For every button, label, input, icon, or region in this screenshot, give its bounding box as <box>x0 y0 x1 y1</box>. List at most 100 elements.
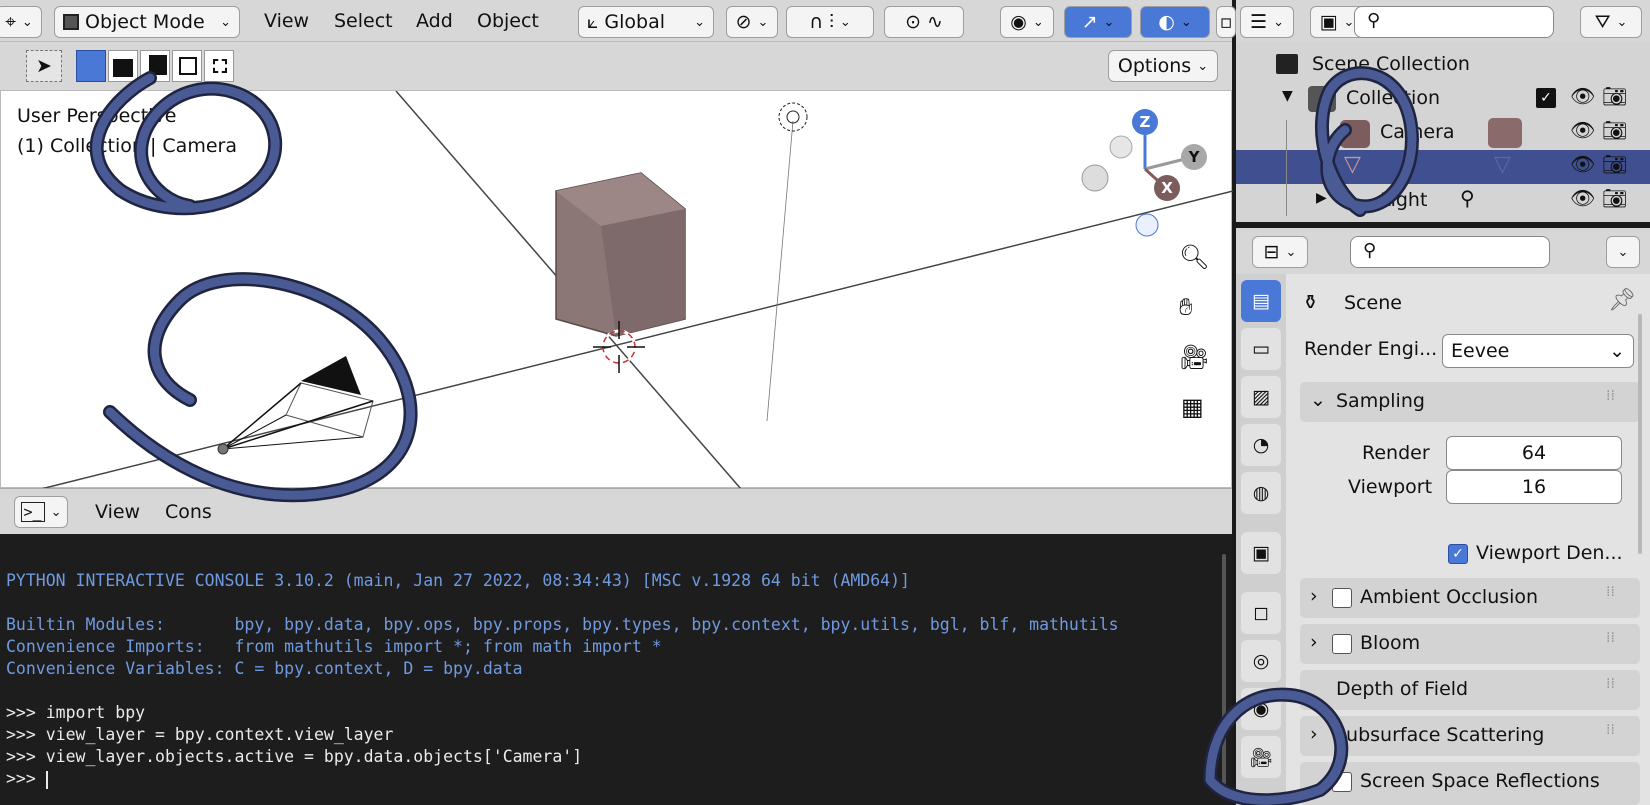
menu-add[interactable]: Add <box>416 10 453 32</box>
properties-search-input[interactable]: ⚲ <box>1350 236 1550 268</box>
render-camera-icon[interactable]: 📷︎ <box>1602 84 1627 108</box>
zoom-icon[interactable]: 🔍︎ <box>1179 243 1209 271</box>
ambient-occlusion-panel[interactable]: › Ambient Occlusion ⁞⁞ <box>1300 578 1640 618</box>
camera-data-icon[interactable] <box>1488 118 1522 148</box>
menu-view[interactable]: View <box>264 10 309 32</box>
image-layers-icon: ▣ <box>1319 11 1338 33</box>
pin-icon[interactable]: 📌︎ <box>1608 288 1636 313</box>
outliner-row-cube[interactable]: ▽ Cube ▽ 👁︎ 📷︎ <box>1236 150 1650 184</box>
overlay-toggle-button[interactable]: ◐ ⌄ <box>1140 6 1210 38</box>
outliner-row-camera[interactable]: Camera 👁︎ 📷︎ <box>1236 116 1650 150</box>
expand-triangle-icon[interactable]: ▶ <box>1316 190 1327 206</box>
filter-button[interactable]: ⛛ ⌄ <box>1580 6 1642 38</box>
options-dropdown[interactable]: Options ⌄ <box>1108 50 1218 82</box>
sampling-panel-header[interactable]: ⌄ Sampling ⁞⁞ <box>1300 382 1640 422</box>
tab-scene[interactable]: ◍ <box>1241 472 1281 514</box>
depth-of-field-panel[interactable]: Depth of Field ⁞⁞ <box>1300 670 1640 710</box>
xray-icon: ▫ <box>1219 11 1233 33</box>
render-camera-icon[interactable]: 📷︎ <box>1602 152 1627 176</box>
tab-tool[interactable]: ▤ <box>1241 280 1281 322</box>
tab-world[interactable]: ▣ <box>1241 532 1281 574</box>
gizmo-toggle-button[interactable]: ↗ ⌄ <box>1064 6 1132 38</box>
light-icon <box>778 102 808 132</box>
console-scrollbar[interactable] <box>1222 554 1226 794</box>
mesh-data-icon[interactable]: ▽ <box>1494 152 1511 177</box>
console-menu-console[interactable]: Cons <box>165 501 212 523</box>
eye-icon[interactable]: 👁︎ <box>1570 118 1595 142</box>
camera-view-icon[interactable]: 🎥︎ <box>1179 343 1209 371</box>
drag-handle-icon[interactable]: ⁞⁞ <box>1606 584 1615 600</box>
outliner-row-scene-collection[interactable]: Scene Collection <box>1236 48 1650 82</box>
eye-icon[interactable]: 👁︎ <box>1570 152 1595 176</box>
camera-object[interactable] <box>217 356 374 455</box>
console-editor-type-button[interactable]: >_ ⌄ <box>14 496 68 528</box>
screen-space-reflections-checkbox[interactable] <box>1332 772 1352 792</box>
outliner-row-collection[interactable]: ▼ Collection ✓ 👁︎ 📷︎ <box>1236 82 1650 116</box>
drag-handle-icon[interactable]: ⁞⁞ <box>1606 630 1615 646</box>
mode-dropdown[interactable]: Object Mode ⌄ <box>54 6 240 38</box>
select-tool-button[interactable]: ➤ <box>26 50 62 82</box>
console-prompt[interactable]: >>> <box>6 769 46 788</box>
render-samples-field[interactable]: 64 <box>1446 436 1622 470</box>
pan-hand-icon[interactable]: ✋︎ <box>1179 293 1193 321</box>
ambient-occlusion-checkbox[interactable] <box>1332 588 1352 608</box>
viewport-denoise-checkbox[interactable]: ✓ <box>1448 544 1468 564</box>
cube-object[interactable] <box>555 172 686 337</box>
tab-render[interactable]: ▭ <box>1241 328 1281 370</box>
chevron-down-icon: ⌄ <box>1609 340 1625 362</box>
bloom-panel[interactable]: › Bloom ⁞⁞ <box>1300 624 1640 664</box>
drag-handle-icon[interactable]: ⁞⁞ <box>1606 676 1615 692</box>
editor-type-button[interactable]: ⌖ ⌄ <box>0 6 42 38</box>
subsurface-scattering-panel[interactable]: › Subsurface Scattering ⁞⁞ <box>1300 716 1640 756</box>
properties-scrollbar[interactable] <box>1638 314 1642 554</box>
drag-handle-icon[interactable]: ⁞⁞ <box>1606 722 1615 738</box>
tab-modifiers[interactable]: ◎ <box>1241 640 1281 682</box>
eye-icon[interactable]: 👁︎ <box>1570 186 1595 210</box>
world-icon: ▣ <box>1252 542 1270 564</box>
viewport-samples-field[interactable]: 16 <box>1446 470 1622 504</box>
snap-button[interactable]: ∩ ⫶ ⌄ <box>786 6 874 38</box>
select-subtract-button[interactable] <box>140 50 170 82</box>
gizmo-x-axis[interactable]: X <box>1154 175 1180 201</box>
select-extend-button[interactable] <box>108 50 138 82</box>
bloom-checkbox[interactable] <box>1332 634 1352 654</box>
transform-orientation-dropdown[interactable]: ⟀ Global ⌄ <box>578 6 714 38</box>
screen-space-reflections-panel[interactable]: Screen Space Reflections <box>1300 762 1640 805</box>
xray-button[interactable]: ▫ <box>1216 6 1236 38</box>
view-layer-icon: ◔ <box>1252 434 1270 456</box>
tab-object[interactable]: ◻ <box>1241 592 1281 634</box>
select-invert-button[interactable] <box>172 50 202 82</box>
select-intersect-button[interactable] <box>204 50 234 82</box>
tree-line <box>1286 120 1287 216</box>
expand-triangle-icon[interactable]: ▼ <box>1282 88 1293 104</box>
light-line <box>766 120 794 422</box>
light-bulb-icon[interactable]: ⚲ <box>1460 186 1475 210</box>
menu-object[interactable]: Object <box>477 10 539 32</box>
properties-editor-type-button[interactable]: ⊟ ⌄ <box>1252 236 1308 268</box>
properties-options-button[interactable]: ⌄ <box>1606 236 1640 268</box>
tab-view-layer[interactable]: ◔ <box>1241 424 1281 466</box>
drag-handle-icon[interactable]: ⁞⁞ <box>1606 388 1615 404</box>
tab-physics[interactable]: ◉ <box>1241 688 1281 730</box>
select-new-button[interactable] <box>76 50 106 82</box>
menu-select[interactable]: Select <box>334 10 393 32</box>
grid-ortho-icon[interactable]: ▦ <box>1181 393 1204 421</box>
console-menu-view[interactable]: View <box>95 501 140 523</box>
3d-viewport[interactable]: User Perspective (1) Collection | Camera <box>0 90 1233 489</box>
gizmo-y-axis[interactable]: Y <box>1181 144 1207 170</box>
exclude-checkbox[interactable]: ✓ <box>1536 88 1556 108</box>
tab-object-data[interactable]: 🎥︎ <box>1241 736 1281 778</box>
eye-icon[interactable]: 👁︎ <box>1570 84 1595 108</box>
visibility-button[interactable]: ◉ ⌄ <box>1000 6 1054 38</box>
render-camera-icon[interactable]: 📷︎ <box>1602 118 1627 142</box>
gizmo-z-axis[interactable]: Z <box>1132 109 1158 135</box>
render-engine-dropdown[interactable]: Eevee ⌄ <box>1442 334 1634 368</box>
tab-output[interactable]: ▨ <box>1241 376 1281 418</box>
render-camera-icon[interactable]: 📷︎ <box>1602 186 1627 210</box>
outliner-editor-type-button[interactable]: ☰ ⌄ <box>1240 6 1294 38</box>
outliner-row-light[interactable]: ▶ Light ⚲ 👁︎ 📷︎ <box>1236 184 1650 218</box>
outliner-search-input[interactable]: ⚲ <box>1354 6 1554 38</box>
pivot-point-button[interactable]: ⊘ ⌄ <box>726 6 778 38</box>
proportional-editing-button[interactable]: ⊙ ∿ <box>884 6 964 38</box>
python-console[interactable]: PYTHON INTERACTIVE CONSOLE 3.10.2 (main,… <box>0 534 1232 805</box>
